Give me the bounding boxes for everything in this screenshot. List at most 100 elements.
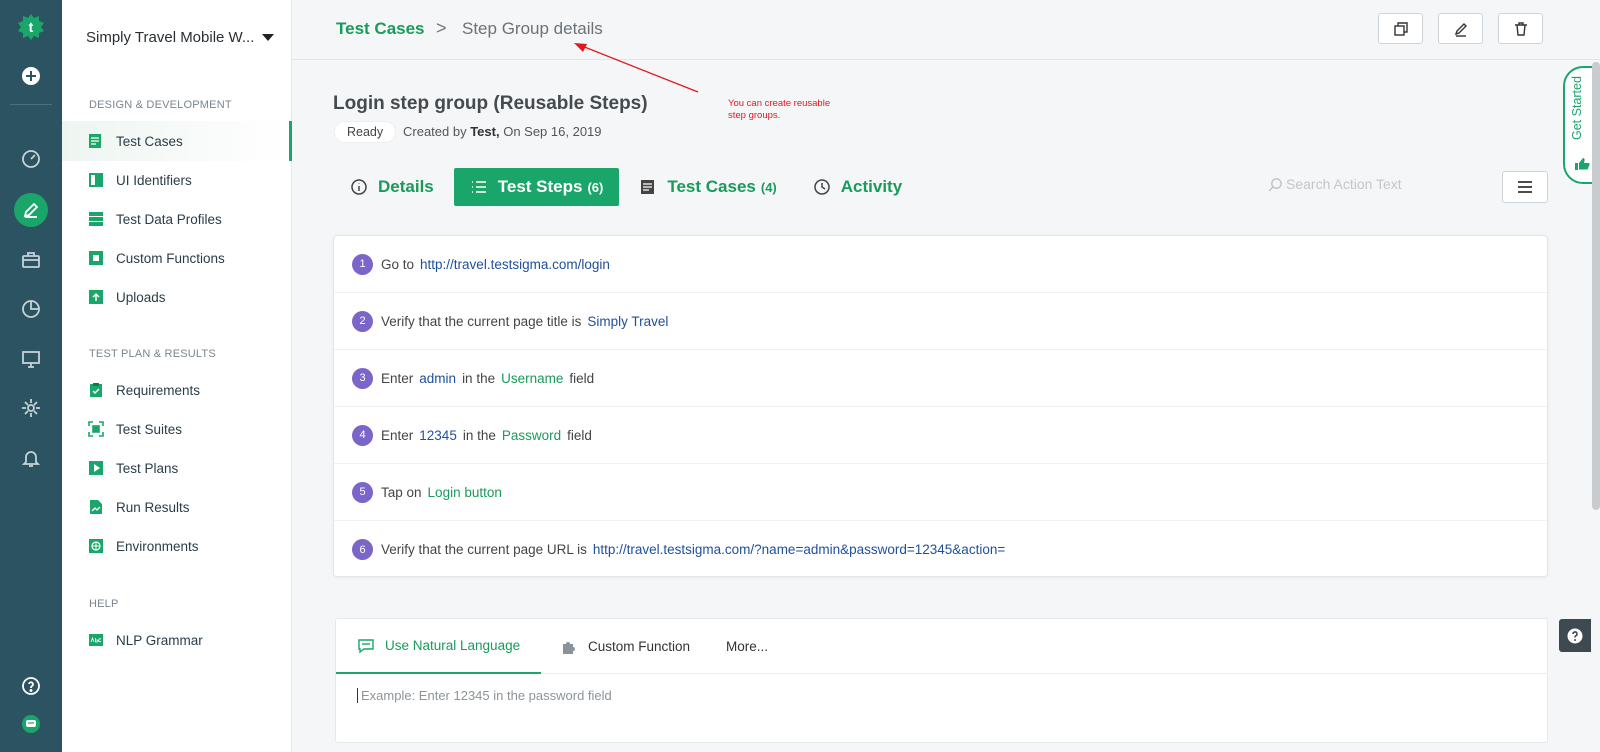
sidebar-item-label: Test Suites	[116, 421, 183, 437]
step-test-data[interactable]: Simply Travel	[587, 314, 668, 329]
step-test-data[interactable]: 12345	[419, 428, 457, 443]
copy-button[interactable]	[1378, 13, 1423, 44]
thumb-icon	[1575, 158, 1590, 170]
bell-icon[interactable]	[14, 441, 48, 475]
delete-button[interactable]	[1498, 13, 1543, 44]
sidebar-item-label: UI Identifiers	[116, 172, 192, 188]
step-number: 5	[352, 481, 373, 503]
menu-button[interactable]	[1502, 171, 1548, 203]
sidebar-item-label: Requirements	[116, 382, 201, 398]
step-text: in the	[462, 427, 496, 443]
scrollbar[interactable]	[1592, 62, 1600, 510]
suites-icon	[88, 421, 104, 437]
copy-icon	[1393, 21, 1408, 36]
sidebar-item-label: Test Plans	[116, 460, 179, 476]
sidebar-item-requirements[interactable]: Requirements	[62, 370, 292, 410]
tab-label: Test Steps	[497, 177, 583, 196]
sidebar-item-nlp-grammar[interactable]: NLP Grammar	[62, 620, 292, 660]
step-text: Enter	[381, 427, 414, 443]
tab-test-steps[interactable]: Test Steps (6)	[453, 168, 620, 206]
step-element[interactable]: Username	[501, 371, 563, 386]
upload-icon	[88, 289, 104, 305]
status-badge: Ready	[334, 121, 397, 143]
breadcrumb-current: Step Group details	[462, 19, 603, 38]
step-row[interactable]: 6 Verify that the current page URL is ht…	[334, 521, 1547, 578]
sidebar-item-test-plans[interactable]: Test Plans	[62, 448, 292, 488]
tab-label: More...	[726, 639, 769, 654]
sidebar-item-test-data-profiles[interactable]: Test Data Profiles	[62, 199, 292, 239]
edit-icon[interactable]	[14, 193, 48, 227]
step-row[interactable]: 3 Enter admin in the Username field	[334, 350, 1547, 407]
step-text: field	[569, 370, 595, 386]
question-icon	[1567, 628, 1583, 643]
icon-rail: t	[0, 0, 62, 752]
tab-natural-language[interactable]: Use Natural Language	[336, 619, 542, 674]
sidebar-item-run-results[interactable]: Run Results	[62, 487, 292, 527]
monitor-icon[interactable]	[14, 342, 48, 376]
tab-activity[interactable]: Activity	[797, 168, 918, 206]
play-icon	[88, 460, 104, 476]
step-test-data[interactable]: admin	[419, 371, 456, 386]
created-meta: Created by Test, On Sep 16, 2019	[403, 124, 602, 139]
step-text: Tap on	[381, 484, 422, 500]
step-row[interactable]: 5 Tap on Login button	[334, 464, 1547, 521]
settings-icon[interactable]	[14, 391, 48, 425]
tab-details[interactable]: Details	[334, 168, 450, 206]
step-element[interactable]: Login button	[428, 485, 502, 500]
sidebar-item-environments[interactable]: Environments	[62, 526, 292, 566]
project-selector[interactable]: Simply Travel Mobile W...	[86, 29, 275, 46]
dashboard-icon[interactable]	[14, 142, 48, 176]
search-placeholder: Search Action Text	[1286, 176, 1402, 192]
step-row[interactable]: 1 Go to http://travel.testsigma.com/logi…	[334, 236, 1547, 293]
sidebar-item-label: Test Cases	[116, 133, 183, 149]
sidebar-item-ui-identifiers[interactable]: UI Identifiers	[62, 160, 292, 200]
step-row[interactable]: 4 Enter 12345 in the Password field	[334, 407, 1547, 464]
tab-label: Use Natural Language	[385, 638, 521, 653]
briefcase-icon[interactable]	[14, 243, 48, 277]
step-number: 3	[352, 367, 373, 389]
pie-chart-icon[interactable]	[14, 292, 48, 326]
rail-divider	[10, 104, 52, 105]
clock-icon	[813, 178, 831, 196]
get-started-label: Get Started	[1570, 76, 1584, 140]
clipboard-icon	[88, 382, 104, 398]
step-number: 1	[352, 253, 373, 275]
sidebar-item-label: Uploads	[116, 289, 166, 305]
sidebar-item-uploads[interactable]: Uploads	[62, 277, 292, 317]
step-input[interactable]: Example: Enter 12345 in the password fie…	[357, 688, 612, 703]
sidebar-item-test-cases[interactable]: Test Cases	[62, 121, 292, 161]
tab-label: Activity	[840, 177, 903, 196]
step-test-data[interactable]: http://travel.testsigma.com/?name=admin&…	[593, 542, 1005, 557]
edit-button[interactable]	[1438, 13, 1483, 44]
section-title-help: HELP	[89, 598, 119, 610]
hamburger-icon	[1518, 181, 1532, 193]
sidebar: Simply Travel Mobile W... DESIGN & DEVEL…	[62, 0, 292, 752]
trash-icon	[1514, 21, 1527, 36]
top-bar: Test Cases > Step Group details	[292, 0, 1600, 60]
list-icon	[470, 178, 488, 196]
step-row[interactable]: 2 Verify that the current page title is …	[334, 293, 1547, 350]
tab-custom-function[interactable]: Custom Function	[560, 619, 690, 674]
sidebar-item-label: Environments	[116, 538, 199, 554]
step-number: 4	[352, 424, 373, 446]
help-button[interactable]	[1559, 619, 1591, 652]
step-editor: Use Natural Language Custom Function Mor…	[335, 618, 1548, 743]
created-prefix: Created by	[403, 124, 471, 139]
tab-test-cases[interactable]: Test Cases (4)	[623, 168, 792, 206]
step-text: in the	[462, 370, 496, 386]
chat-icon[interactable]	[14, 707, 48, 741]
tab-more[interactable]: More...	[726, 619, 768, 674]
sidebar-item-label: Test Data Profiles	[116, 211, 222, 227]
step-element[interactable]: Password	[502, 428, 561, 443]
sidebar-item-test-suites[interactable]: Test Suites	[62, 409, 292, 449]
tab-count: (4)	[760, 179, 777, 195]
search-action-text[interactable]: Search Action Text	[1268, 176, 1402, 192]
logo-icon[interactable]: t	[16, 12, 46, 42]
step-text: field	[567, 427, 592, 443]
results-icon	[88, 499, 104, 515]
add-icon[interactable]	[14, 59, 48, 93]
step-test-data[interactable]: http://travel.testsigma.com/login	[420, 257, 610, 272]
breadcrumb-root-link[interactable]: Test Cases	[336, 19, 425, 39]
help-icon[interactable]	[14, 669, 48, 703]
sidebar-item-custom-functions[interactable]: Custom Functions	[62, 238, 292, 278]
